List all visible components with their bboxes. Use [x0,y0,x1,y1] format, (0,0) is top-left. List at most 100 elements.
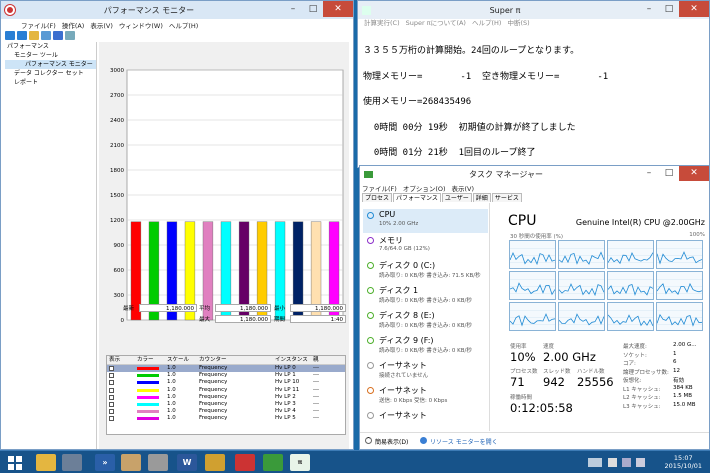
app-icon[interactable] [205,454,225,471]
resource-item[interactable]: ディスク 9 (F:) 読み取り: 0 KB/秒 書き込み: 0 KB/秒 [363,334,488,358]
superpi-taskbar-icon[interactable]: π [290,454,310,471]
max-value: 1,180.000 [215,315,271,323]
tab-processes[interactable]: プロセス [362,193,393,202]
resource-graph-icon [367,287,374,294]
superpi-window[interactable]: Super π – □ ✕ 計算実行(C) Super πについて(A) ヘルプ(H… [357,0,710,168]
tree-item[interactable]: モニター ツール [5,51,96,60]
table-row[interactable]: 1.0 Frequency Hv LP 0 --- [107,365,345,373]
menu-view[interactable]: 表示(V) [452,183,475,193]
table-row[interactable]: 1.0 Frequency Hv LP 1 --- [107,372,345,379]
help-icon[interactable] [53,31,63,40]
menu-help[interactable]: ヘルプ(H) [169,20,198,30]
tab-users[interactable]: ユーザー [441,193,472,202]
panel-icon[interactable] [65,31,75,40]
menu-help[interactable]: ヘルプ(H) [472,17,501,27]
show-checkbox[interactable] [109,409,114,415]
minimize-button[interactable]: – [283,1,303,17]
tab-performance[interactable]: パフォーマンス [393,193,441,202]
counter-cell: Frequency [199,408,228,415]
core-graph [509,240,556,269]
col-show[interactable]: 表示 [109,356,120,365]
show-checkbox[interactable] [109,366,114,371]
menu-file[interactable]: ファイル(F) [362,183,397,193]
app-icon[interactable] [121,454,141,471]
resource-sub: 10% 2.00 GHz [379,221,419,227]
col-instance[interactable]: インスタンス [275,356,308,365]
network-icon[interactable] [622,458,631,467]
menu-view[interactable]: 表示(V) [90,20,113,30]
perfmon-window[interactable]: パフォーマンス モニター – □ ✕ ファイル(F) 操作(A) 表示(V) ウィン… [0,0,354,450]
close-button[interactable]: ✕ [679,166,709,181]
show-checkbox[interactable] [109,387,114,393]
tree-item[interactable]: パフォーマンス [5,42,96,51]
taskmgr-titlebar[interactable]: タスク マネージャー – □ ✕ [360,166,709,182]
show-checkbox[interactable] [109,401,114,407]
maximize-button[interactable]: □ [659,1,679,17]
menu-stop[interactable]: 中断(S) [507,17,529,27]
col-color[interactable]: カラー [137,356,154,365]
explorer-icon[interactable] [36,454,56,471]
show-checkbox[interactable] [109,373,114,379]
close-button[interactable]: ✕ [323,1,353,17]
resource-item[interactable]: イーサネット 接続されていません [363,359,488,383]
table-row[interactable]: 1.0 Frequency Hv LP 5 --- [107,415,345,422]
col-parent[interactable]: 親 [313,356,319,365]
app-icon[interactable] [148,454,168,471]
tree-item[interactable]: レポート [5,78,96,87]
keyboard-icon[interactable] [588,458,602,467]
perfmon-titlebar[interactable]: パフォーマンス モニター – □ ✕ [1,1,353,19]
table-row[interactable]: 1.0 Frequency Hv LP 4 --- [107,408,345,415]
menu-action[interactable]: 操作(A) [62,20,85,30]
show-checkbox[interactable] [109,394,114,400]
simple-view-link[interactable]: 簡易表示(D) [375,437,408,446]
server-manager-icon[interactable] [62,454,82,471]
show-checkbox[interactable] [109,380,114,386]
powershell-icon[interactable]: » [95,454,115,471]
resource-item[interactable]: CPU 10% 2.00 GHz [363,209,488,233]
col-counter[interactable]: カウンター [199,356,227,365]
start-button[interactable] [4,454,26,471]
close-button[interactable]: ✕ [679,1,709,17]
grid-icon[interactable] [41,31,51,40]
resource-sub: 読み取り: 0 KB/秒 書き込み: 71.5 KB/秒 [379,273,481,279]
tab-details[interactable]: 詳細 [472,193,491,202]
menu-calc[interactable]: 計算実行(C) [364,17,400,27]
resource-item[interactable]: ディスク 0 (C:) 読み取り: 0 KB/秒 書き込み: 71.5 KB/秒 [363,259,488,283]
resource-monitor-link[interactable]: リソース モニターを開く [430,437,498,446]
word-icon[interactable]: W [177,454,197,471]
taskmgr-taskbar-icon[interactable] [263,454,283,471]
tree-item[interactable]: パフォーマンス モニター [5,60,96,69]
tree-item[interactable]: データ コレクター セット [5,69,96,78]
resource-item[interactable]: イーサネット [363,409,488,431]
table-row[interactable]: 1.0 Frequency Hv LP 11 --- [107,387,345,394]
table-row[interactable]: 1.0 Frequency Hv LP 2 --- [107,394,345,401]
chevron-up-icon[interactable]: ^ [365,437,372,444]
folder-icon[interactable] [29,31,39,40]
menu-file[interactable]: ファイル(F) [21,20,56,30]
resource-item[interactable]: イーサネット 送信: 0 Kbps 受信: 0 Kbps [363,384,488,408]
resource-item[interactable]: メモリ 7.6/64.0 GB (12%) [363,234,488,258]
minimize-button[interactable]: – [639,166,659,181]
minimize-button[interactable]: – [639,1,659,17]
tab-services[interactable]: サービス [491,193,522,202]
forward-icon[interactable] [17,31,27,40]
back-icon[interactable] [5,31,15,40]
cpu-heading: CPU [508,213,537,229]
col-scale[interactable]: スケール [167,356,189,365]
maximize-button[interactable]: □ [303,1,323,17]
maximize-button[interactable]: □ [659,166,679,181]
show-checkbox[interactable] [109,416,114,422]
clock[interactable]: 15:07 2015/10/01 [665,454,702,470]
menu-about[interactable]: Super πについて(A) [406,17,466,27]
perfmon-taskbar-icon[interactable] [235,454,255,471]
table-row[interactable]: 1.0 Frequency Hv LP 10 --- [107,379,345,386]
resource-item[interactable]: ディスク 8 (E:) 読み取り: 0 KB/秒 書き込み: 0 KB/秒 [363,309,488,333]
flag-icon[interactable] [608,458,617,467]
menu-window[interactable]: ウィンドウ(W) [119,20,163,30]
menu-options[interactable]: オプション(O) [403,183,446,193]
taskmgr-window[interactable]: タスク マネージャー – □ ✕ ファイル(F) オプション(O) 表示(V) プロ… [359,165,710,450]
table-row[interactable]: 1.0 Frequency Hv LP 3 --- [107,401,345,408]
volume-icon[interactable] [636,458,645,467]
resource-name: ディスク 0 (C:) [379,261,436,270]
resource-item[interactable]: ディスク 1 読み取り: 0 KB/秒 書き込み: 0 KB/秒 [363,284,488,308]
